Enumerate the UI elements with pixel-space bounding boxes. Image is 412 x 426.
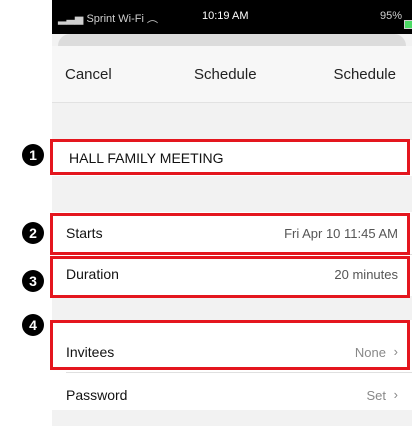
cancel-button[interactable]: Cancel [65, 66, 112, 83]
page-title: Schedule [194, 66, 257, 83]
navigation-bar: Cancel Schedule Schedule [52, 46, 412, 103]
callout-badge-4: 4 [22, 314, 44, 336]
callout-badge-1: 1 [22, 144, 44, 166]
callout-box-1 [50, 139, 410, 175]
wifi-icon: ︵ [146, 13, 158, 25]
password-row[interactable]: Password Set › [52, 373, 412, 410]
callout-badge-2: 2 [22, 222, 44, 244]
status-time: 10:19 AM [202, 10, 249, 22]
chevron-right-icon: › [393, 387, 398, 402]
callout-box-3 [50, 256, 410, 298]
signal-icon: ▂▃▅ [58, 13, 84, 25]
battery-icon [404, 20, 412, 29]
password-label: Password [66, 387, 128, 403]
schedule-button[interactable]: Schedule [333, 66, 396, 83]
password-value: Set [366, 388, 386, 403]
callout-box-2 [50, 213, 410, 255]
battery-indicator: 95% [380, 10, 412, 29]
callout-box-4 [50, 320, 410, 370]
carrier-label: ▂▃▅ Sprint Wi-Fi ︵ [58, 13, 158, 25]
callout-badge-3: 3 [22, 270, 44, 292]
status-bar: ▂▃▅ Sprint Wi-Fi ︵ 10:19 AM 95% [52, 0, 412, 34]
